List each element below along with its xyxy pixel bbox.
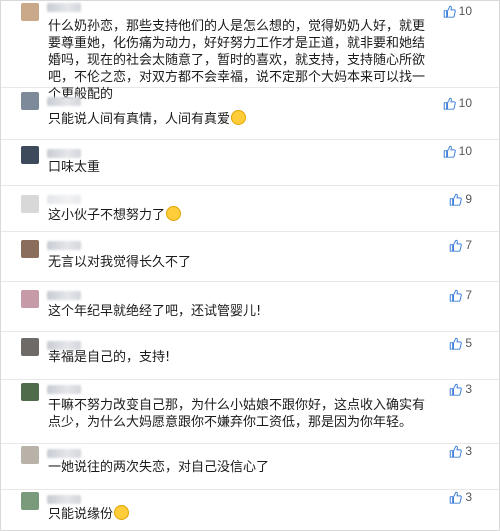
comment-item: 只能说人间有真情，人间有真爱 10 bbox=[1, 87, 499, 140]
avatar[interactable] bbox=[21, 338, 39, 356]
like-count: 10 bbox=[458, 4, 472, 18]
thumbs-up-icon bbox=[450, 337, 463, 350]
like-count: 3 bbox=[465, 382, 472, 396]
username[interactable] bbox=[47, 449, 81, 458]
username[interactable] bbox=[47, 241, 81, 250]
like-count: 9 bbox=[465, 192, 472, 206]
like-button[interactable]: 7 bbox=[449, 288, 472, 302]
thumbs-up-icon bbox=[443, 145, 456, 158]
thumbs-up-icon bbox=[443, 5, 456, 18]
comment-item: 无言以对我觉得长久不了 7 bbox=[1, 231, 499, 282]
comment-item: 这小伙子不想努力了 9 bbox=[1, 185, 499, 232]
comment-text: 幸福是自己的，支持! bbox=[48, 350, 171, 365]
face-emoji-icon bbox=[231, 110, 247, 125]
like-count: 10 bbox=[458, 96, 472, 110]
like-count: 10 bbox=[458, 144, 472, 158]
face-emoji-icon bbox=[166, 206, 182, 221]
avatar[interactable] bbox=[21, 383, 39, 401]
avatar[interactable] bbox=[21, 290, 39, 308]
comment-text: 这个年纪早就绝经了吧，还试管婴儿! bbox=[48, 304, 262, 319]
like-button[interactable]: 10 bbox=[443, 144, 472, 158]
avatar[interactable] bbox=[21, 240, 39, 258]
comment-text-wrap: 只能说缘份 bbox=[48, 505, 435, 523]
like-count: 3 bbox=[465, 444, 472, 458]
like-button[interactable]: 5 bbox=[449, 336, 472, 350]
like-button[interactable]: 10 bbox=[443, 96, 472, 110]
comment-text: 只能说缘份 bbox=[48, 507, 114, 522]
comment-text: 干嘛不努力改变自己那，为什么小姑娘不跟你好，这点收入确实有点少，为什么大妈愿意跟… bbox=[48, 398, 426, 430]
comment-item: 一她说往的两次失恋，对自己没信心了 3 bbox=[1, 443, 499, 490]
thumbs-up-icon bbox=[450, 383, 463, 396]
comment-text: 口味太重 bbox=[48, 160, 101, 175]
thumbs-up-icon bbox=[450, 239, 463, 252]
thumbs-up-icon bbox=[450, 491, 463, 504]
avatar[interactable] bbox=[21, 195, 39, 213]
like-button[interactable]: 7 bbox=[449, 238, 472, 252]
like-button[interactable]: 3 bbox=[449, 490, 472, 504]
comment-text: 这小伙子不想努力了 bbox=[48, 208, 166, 223]
like-count: 3 bbox=[465, 490, 472, 504]
face-emoji-icon bbox=[114, 505, 130, 520]
comment-text: 只能说人间有真情，人间有真爱 bbox=[48, 112, 231, 127]
username[interactable] bbox=[47, 97, 81, 106]
like-button[interactable]: 10 bbox=[443, 4, 472, 18]
comment-text: 一她说往的两次失恋，对自己没信心了 bbox=[48, 460, 270, 475]
like-count: 7 bbox=[465, 238, 472, 252]
avatar[interactable] bbox=[21, 92, 39, 110]
like-button[interactable]: 9 bbox=[449, 192, 472, 206]
comment-text-wrap: 只能说人间有真情，人间有真爱 bbox=[48, 110, 435, 128]
comment-item: 干嘛不努力改变自己那，为什么小姑娘不跟你好，这点收入确实有点少，为什么大妈愿意跟… bbox=[1, 379, 499, 444]
comment-list: 什么奶孙恋，那些支持他们的人是怎么想的，觉得奶奶人好，就更要尊重她，化伤痛为动力… bbox=[0, 0, 500, 531]
comment-item: 口味太重 10 bbox=[1, 139, 499, 186]
username[interactable] bbox=[47, 195, 81, 204]
comment-item: 只能说缘份 3 bbox=[1, 489, 499, 530]
comment-item: 这个年纪早就绝经了吧，还试管婴儿! 7 bbox=[1, 281, 499, 332]
comment-item: 幸福是自己的，支持! 5 bbox=[1, 331, 499, 380]
like-count: 7 bbox=[465, 288, 472, 302]
thumbs-up-icon bbox=[450, 289, 463, 302]
like-count: 5 bbox=[465, 336, 472, 350]
comment-text: 无言以对我觉得长久不了 bbox=[48, 255, 192, 270]
comment-text-wrap: 这小伙子不想努力了 bbox=[48, 206, 435, 224]
avatar[interactable] bbox=[21, 3, 39, 21]
thumbs-up-icon bbox=[443, 97, 456, 110]
like-button[interactable]: 3 bbox=[449, 382, 472, 396]
avatar[interactable] bbox=[21, 492, 39, 510]
username[interactable] bbox=[47, 495, 81, 504]
username[interactable] bbox=[47, 149, 81, 158]
like-button[interactable]: 3 bbox=[449, 444, 472, 458]
avatar[interactable] bbox=[21, 146, 39, 164]
username[interactable] bbox=[47, 3, 81, 12]
thumbs-up-icon bbox=[450, 193, 463, 206]
avatar[interactable] bbox=[21, 446, 39, 464]
username[interactable] bbox=[47, 291, 81, 300]
comment-item: 什么奶孙恋，那些支持他们的人是怎么想的，觉得奶奶人好，就更要尊重她，化伤痛为动力… bbox=[1, 1, 499, 102]
username[interactable] bbox=[47, 385, 81, 394]
thumbs-up-icon bbox=[450, 445, 463, 458]
